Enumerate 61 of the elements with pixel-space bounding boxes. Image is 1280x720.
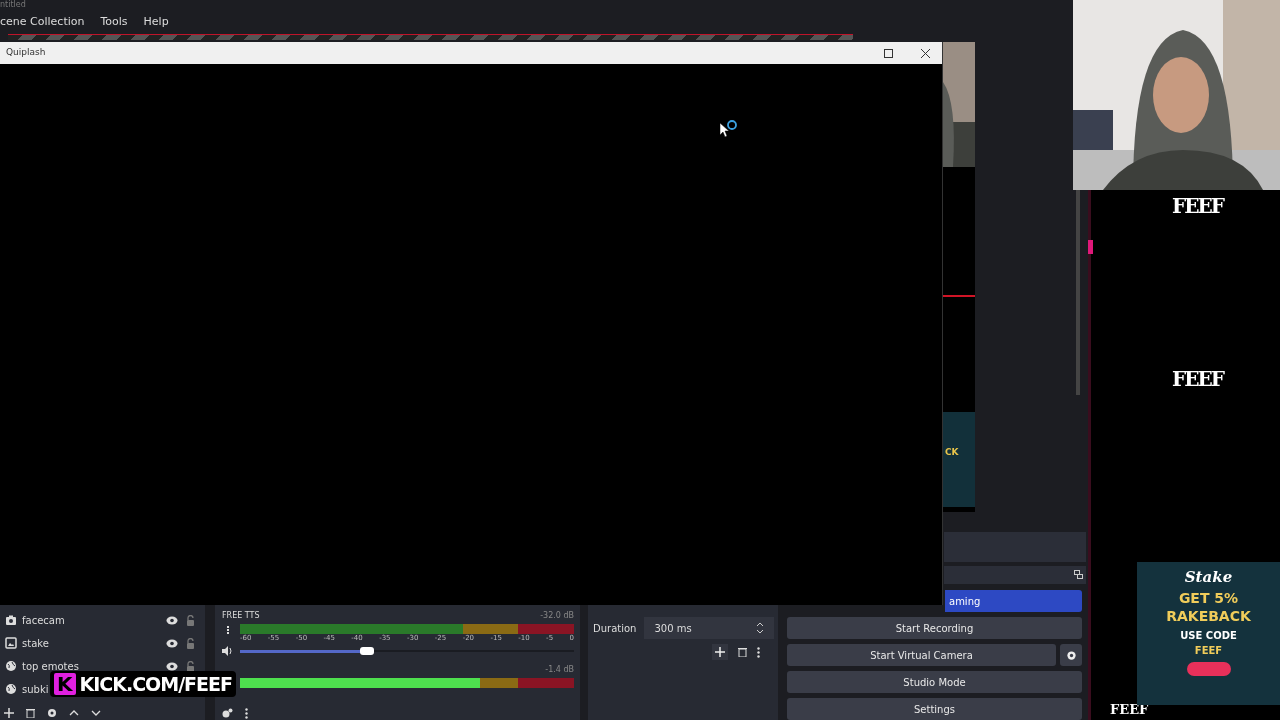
globe-icon	[5, 660, 17, 672]
db-reading: -32.0 dB	[540, 610, 574, 622]
brand-mark: FEEF	[1172, 195, 1223, 217]
maximize-icon[interactable]	[884, 48, 893, 58]
control-button[interactable]: Studio Mode	[787, 671, 1082, 693]
down-icon[interactable]	[91, 710, 101, 716]
lock-icon[interactable]	[186, 660, 195, 672]
speaker-icon[interactable]	[222, 646, 234, 656]
menu-item[interactable]: cene Collection	[0, 14, 85, 31]
loading-cursor-icon	[719, 120, 739, 138]
add-icon	[715, 647, 725, 657]
globe-icon	[5, 683, 17, 695]
volume-slider[interactable]	[240, 647, 574, 655]
banner-text: KICK.COM/FEEF	[79, 673, 233, 695]
ad-headline: GET 5%	[1178, 588, 1239, 607]
add-button[interactable]	[712, 644, 728, 660]
duration-field[interactable]: 300 ms	[644, 617, 775, 639]
menu-item[interactable]: Tools	[100, 14, 128, 31]
ad-headline: RAKEBACK	[1166, 606, 1251, 625]
more-icon[interactable]	[757, 646, 760, 658]
camera-icon	[5, 614, 17, 626]
control-button[interactable]: Start Recording	[787, 617, 1082, 639]
window-title: ntitled	[0, 0, 26, 9]
control-button[interactable]: aming	[945, 590, 1082, 612]
settings-icon[interactable]	[47, 708, 57, 718]
lock-icon[interactable]	[186, 637, 195, 649]
eye-icon[interactable]	[166, 615, 178, 625]
field-label: Duration	[593, 621, 637, 636]
brand-mark: FEEF	[1172, 368, 1223, 390]
source-item[interactable]: stake	[22, 635, 49, 651]
image-icon	[5, 637, 17, 649]
more-icon[interactable]	[245, 708, 248, 719]
lock-icon[interactable]	[186, 614, 195, 626]
stepper-icon[interactable]	[756, 621, 765, 635]
source-item[interactable]: top emotes	[22, 658, 79, 674]
eye-icon[interactable]	[166, 638, 178, 648]
settings-icon	[1065, 649, 1077, 661]
ad-text: CK	[945, 446, 959, 459]
trash-icon[interactable]	[26, 708, 35, 718]
gears-icon[interactable]	[222, 708, 233, 718]
divider-line	[943, 295, 975, 297]
ad-text: USE CODE	[1180, 628, 1237, 643]
kick-logo: K	[54, 673, 76, 695]
source-item[interactable]: subki	[22, 681, 49, 697]
ad-logo: Stake	[1184, 567, 1233, 588]
accent-mark	[1088, 240, 1093, 254]
up-icon[interactable]	[69, 710, 79, 716]
add-icon[interactable]	[4, 708, 14, 718]
menu-item[interactable]: Help	[143, 14, 169, 31]
db-reading: -1.4 dB	[545, 664, 574, 676]
undock-icon[interactable]	[1074, 570, 1083, 579]
trash-icon[interactable]	[738, 647, 747, 657]
ad-code: FEEF	[1194, 643, 1223, 658]
channel-name: FREE TTS	[222, 610, 260, 622]
control-button[interactable]: Start Virtual Camera	[787, 644, 1056, 666]
window-title: Quiplash	[6, 46, 47, 60]
eye-icon[interactable]	[166, 661, 178, 671]
source-item[interactable]: facecam	[22, 612, 65, 628]
control-button[interactable]: Settings	[787, 698, 1082, 720]
settings-button[interactable]	[1060, 644, 1082, 666]
close-icon[interactable]	[921, 48, 930, 58]
